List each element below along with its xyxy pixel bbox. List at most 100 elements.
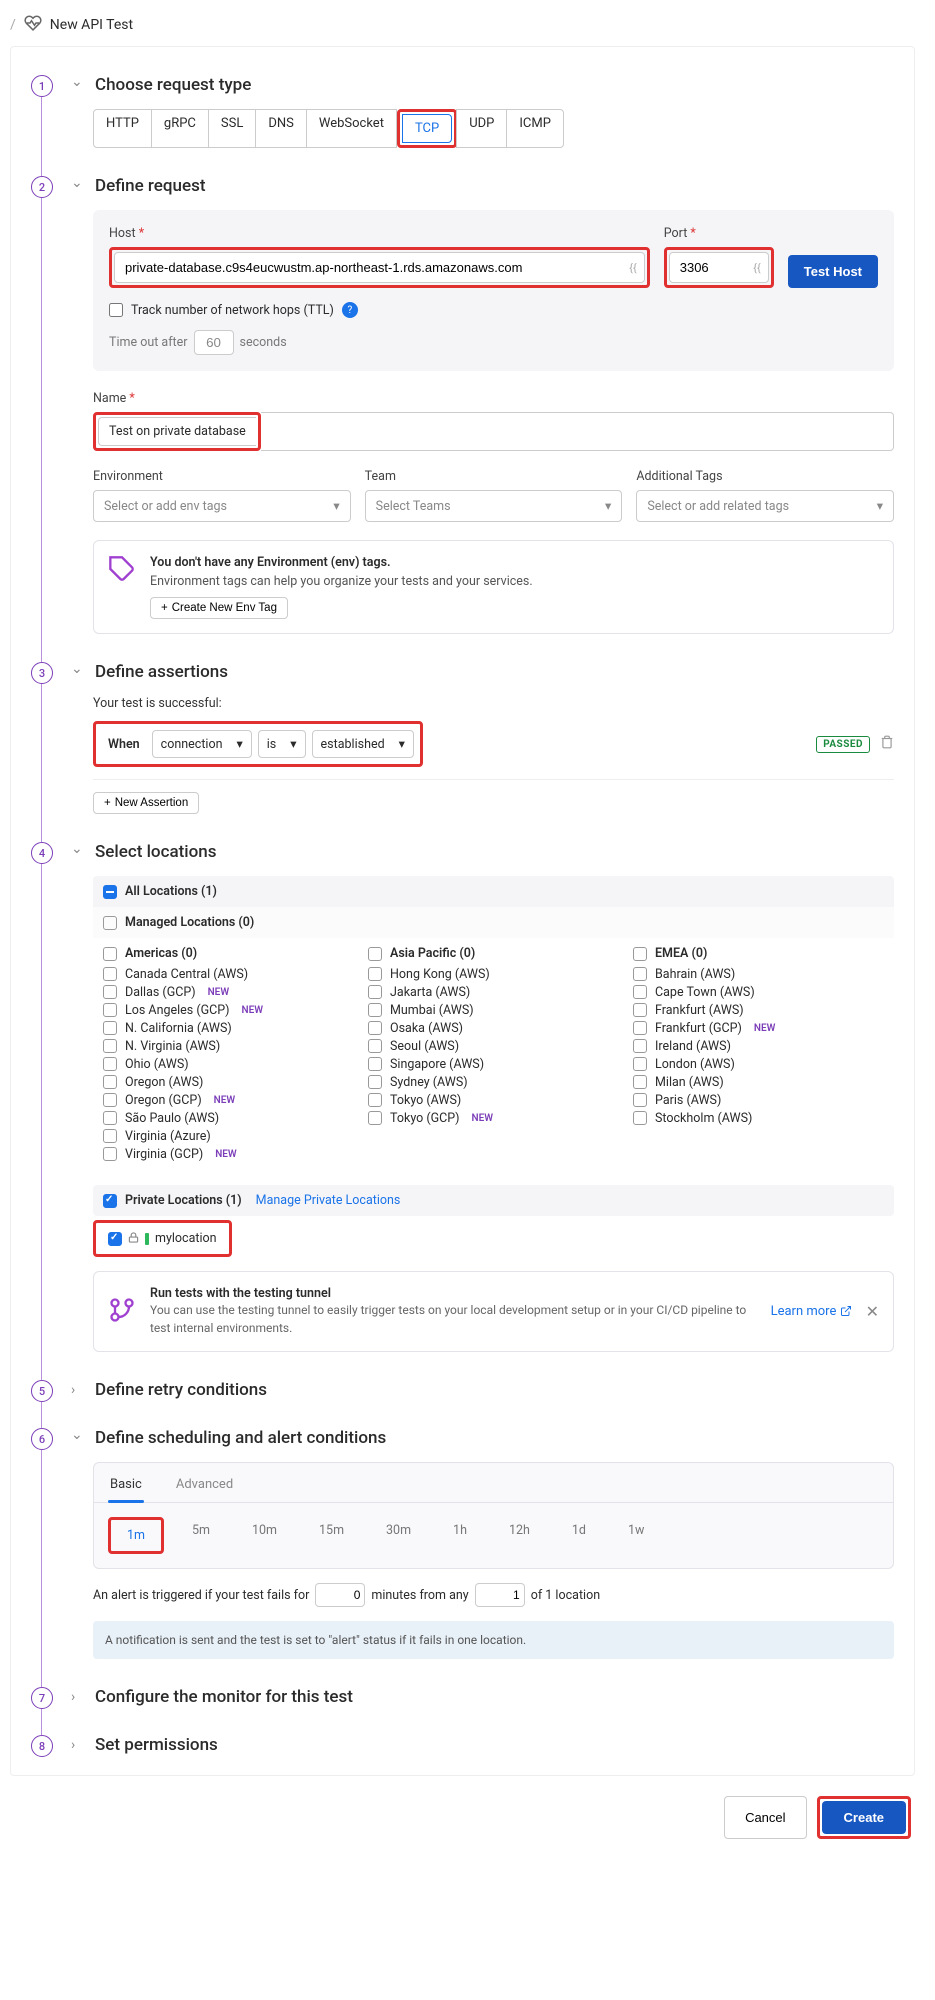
location-checkbox[interactable] (103, 1093, 117, 1107)
location-item[interactable]: Singapore (AWS) (368, 1055, 619, 1073)
interval-5m[interactable]: 5m (178, 1517, 224, 1554)
location-checkbox[interactable] (633, 1003, 647, 1017)
mylocation-checkbox[interactable] (108, 1232, 122, 1246)
emea-checkbox[interactable] (633, 947, 647, 961)
location-checkbox[interactable] (103, 1003, 117, 1017)
alert-minutes-input[interactable] (315, 1583, 365, 1607)
location-item[interactable]: Virginia (Azure) (103, 1127, 354, 1145)
test-host-button[interactable]: Test Host (788, 255, 878, 288)
location-checkbox[interactable] (368, 1057, 382, 1071)
step-8-header[interactable]: Set permissions (71, 1735, 894, 1755)
env-select[interactable]: Select or add env tags ▾ (93, 490, 351, 522)
location-item[interactable]: Oregon (GCP)NEW (103, 1091, 354, 1109)
request-type-ssl[interactable]: SSL (208, 109, 256, 148)
help-icon[interactable]: ? (342, 302, 358, 318)
location-checkbox[interactable] (368, 1039, 382, 1053)
track-ttl-checkbox[interactable] (109, 303, 123, 317)
location-item[interactable]: Tokyo (AWS) (368, 1091, 619, 1109)
step-1-header[interactable]: Choose request type (71, 75, 894, 95)
location-checkbox[interactable] (103, 1129, 117, 1143)
location-item[interactable]: Ireland (AWS) (633, 1037, 884, 1055)
location-item[interactable]: Tokyo (GCP)NEW (368, 1109, 619, 1127)
location-checkbox[interactable] (368, 985, 382, 999)
tags-select[interactable]: Select or add related tags ▾ (636, 490, 894, 522)
location-checkbox[interactable] (633, 1021, 647, 1035)
location-checkbox[interactable] (368, 1075, 382, 1089)
location-checkbox[interactable] (633, 1075, 647, 1089)
close-icon[interactable]: ✕ (866, 1302, 879, 1321)
cancel-button[interactable]: Cancel (724, 1796, 806, 1839)
location-checkbox[interactable] (633, 1039, 647, 1053)
location-item[interactable]: Frankfurt (AWS) (633, 1001, 884, 1019)
location-checkbox[interactable] (368, 967, 382, 981)
location-checkbox[interactable] (103, 985, 117, 999)
location-checkbox[interactable] (633, 1111, 647, 1125)
americas-checkbox[interactable] (103, 947, 117, 961)
host-input[interactable] (114, 252, 645, 283)
location-item[interactable]: N. Virginia (AWS) (103, 1037, 354, 1055)
interval-30m[interactable]: 30m (372, 1517, 425, 1554)
location-item[interactable]: Hong Kong (AWS) (368, 965, 619, 983)
team-select[interactable]: Select Teams ▾ (365, 490, 623, 522)
tab-advanced[interactable]: Advanced (174, 1471, 235, 1502)
location-checkbox[interactable] (103, 1057, 117, 1071)
assert-property-select[interactable]: connection▾ (152, 730, 252, 758)
name-input[interactable] (261, 412, 894, 451)
location-checkbox[interactable] (368, 1021, 382, 1035)
alert-locations-input[interactable] (475, 1583, 525, 1607)
variable-icon[interactable]: {{ (753, 261, 760, 274)
location-checkbox[interactable] (633, 1093, 647, 1107)
interval-12h[interactable]: 12h (495, 1517, 544, 1554)
delete-icon[interactable] (880, 735, 894, 753)
interval-10m[interactable]: 10m (238, 1517, 291, 1554)
location-checkbox[interactable] (103, 1075, 117, 1089)
location-checkbox[interactable] (103, 1039, 117, 1053)
timeout-input[interactable] (194, 330, 234, 355)
step-4-header[interactable]: Select locations (71, 842, 894, 862)
location-item[interactable]: Los Angeles (GCP)NEW (103, 1001, 354, 1019)
variable-icon[interactable]: {{ (629, 261, 636, 274)
request-type-icmp[interactable]: ICMP (506, 109, 564, 148)
location-item[interactable]: Stockholm (AWS) (633, 1109, 884, 1127)
asia-checkbox[interactable] (368, 947, 382, 961)
location-item[interactable]: Seoul (AWS) (368, 1037, 619, 1055)
location-item[interactable]: Virginia (GCP)NEW (103, 1145, 354, 1163)
step-5-header[interactable]: Define retry conditions (71, 1380, 894, 1400)
manage-private-link[interactable]: Manage Private Locations (256, 1193, 401, 1208)
interval-1m[interactable]: 1m (113, 1522, 159, 1549)
interval-15m[interactable]: 15m (305, 1517, 358, 1554)
location-checkbox[interactable] (103, 967, 117, 981)
private-locations-checkbox[interactable] (103, 1194, 117, 1208)
location-item[interactable]: Paris (AWS) (633, 1091, 884, 1109)
location-checkbox[interactable] (368, 1093, 382, 1107)
interval-1w[interactable]: 1w (614, 1517, 658, 1554)
location-checkbox[interactable] (103, 1021, 117, 1035)
interval-1h[interactable]: 1h (439, 1517, 481, 1554)
request-type-http[interactable]: HTTP (93, 109, 152, 148)
location-checkbox[interactable] (633, 1057, 647, 1071)
location-item[interactable]: São Paulo (AWS) (103, 1109, 354, 1127)
request-type-udp[interactable]: UDP (456, 109, 507, 148)
step-7-header[interactable]: Configure the monitor for this test (71, 1687, 894, 1707)
step-2-header[interactable]: Define request (71, 176, 894, 196)
request-type-websocket[interactable]: WebSocket (306, 109, 397, 148)
request-type-tcp[interactable]: TCP (402, 114, 452, 143)
location-checkbox[interactable] (368, 1003, 382, 1017)
location-checkbox[interactable] (633, 967, 647, 981)
location-item[interactable]: London (AWS) (633, 1055, 884, 1073)
location-item[interactable]: Cape Town (AWS) (633, 983, 884, 1001)
location-item[interactable]: Osaka (AWS) (368, 1019, 619, 1037)
interval-1d[interactable]: 1d (558, 1517, 600, 1554)
location-item[interactable]: Bahrain (AWS) (633, 965, 884, 983)
location-checkbox[interactable] (368, 1111, 382, 1125)
location-item[interactable]: Sydney (AWS) (368, 1073, 619, 1091)
all-locations-checkbox[interactable] (103, 885, 117, 899)
location-item[interactable]: Dallas (GCP)NEW (103, 983, 354, 1001)
location-item[interactable]: Jakarta (AWS) (368, 983, 619, 1001)
step-3-header[interactable]: Define assertions (71, 662, 894, 682)
location-checkbox[interactable] (103, 1111, 117, 1125)
location-item[interactable]: Milan (AWS) (633, 1073, 884, 1091)
request-type-dns[interactable]: DNS (255, 109, 307, 148)
new-assertion-button[interactable]: +New Assertion (93, 792, 199, 814)
learn-more-link[interactable]: Learn more (771, 1304, 852, 1319)
